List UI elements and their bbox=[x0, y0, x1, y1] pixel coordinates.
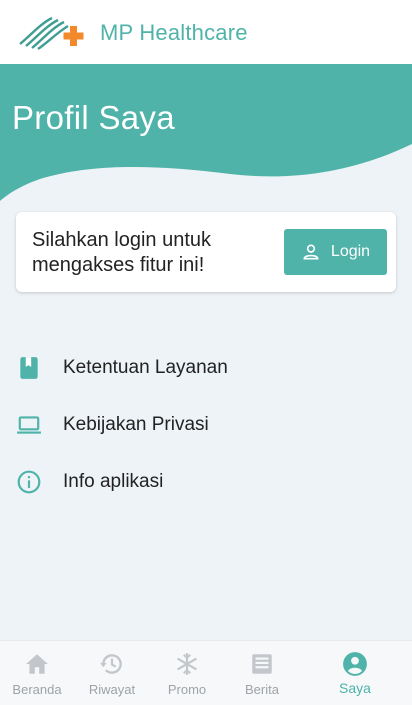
account-circle-icon bbox=[343, 652, 367, 676]
app-bar: MP Healthcare bbox=[0, 0, 412, 64]
nav-label: Beranda bbox=[12, 682, 62, 697]
menu-item-kebijakan-privasi[interactable]: Kebijakan Privasi bbox=[0, 403, 412, 447]
nav-item-beranda[interactable]: Beranda bbox=[0, 641, 74, 705]
book-icon bbox=[20, 357, 38, 379]
user-icon bbox=[303, 244, 319, 260]
nav-label: Promo bbox=[167, 682, 207, 697]
nav-item-berita[interactable]: Berita bbox=[225, 641, 299, 705]
login-card: Silahkan login untuk mengakses fitur ini… bbox=[16, 212, 396, 292]
laptop-icon bbox=[17, 416, 41, 434]
home-icon bbox=[26, 654, 48, 674]
nav-item-promo[interactable]: Promo bbox=[150, 641, 224, 705]
nav-label: Berita bbox=[245, 682, 279, 697]
menu-item-label: Info aplikasi bbox=[63, 471, 164, 492]
newspaper-icon bbox=[252, 654, 272, 674]
mp-healthcare-logo-icon bbox=[19, 16, 84, 50]
snowflake-icon bbox=[177, 653, 197, 675]
menu-item-ketentuan-layanan[interactable]: Ketentuan Layanan bbox=[0, 346, 412, 390]
nav-item-riwayat[interactable]: Riwayat bbox=[75, 641, 149, 705]
history-icon bbox=[100, 654, 122, 674]
menu-item-info-aplikasi[interactable]: Info aplikasi bbox=[0, 460, 412, 504]
menu-item-label: Kebijakan Privasi bbox=[63, 414, 209, 435]
info-icon bbox=[17, 470, 41, 494]
menu-item-label: Ketentuan Layanan bbox=[63, 357, 228, 378]
nav-item-saya[interactable]: Saya bbox=[318, 641, 392, 705]
login-button[interactable]: Login bbox=[284, 229, 387, 275]
nav-label: Riwayat bbox=[88, 682, 136, 697]
brand-name: MP Healthcare bbox=[100, 20, 248, 45]
login-button-label: Login bbox=[330, 243, 371, 260]
bottom-navigation: Beranda Riwayat Promo Berita Saya bbox=[0, 640, 412, 705]
page-title: Profil Saya bbox=[12, 99, 175, 136]
login-message: Silahkan login untuk mengakses fitur ini… bbox=[32, 229, 212, 276]
nav-label: Saya bbox=[339, 680, 371, 696]
